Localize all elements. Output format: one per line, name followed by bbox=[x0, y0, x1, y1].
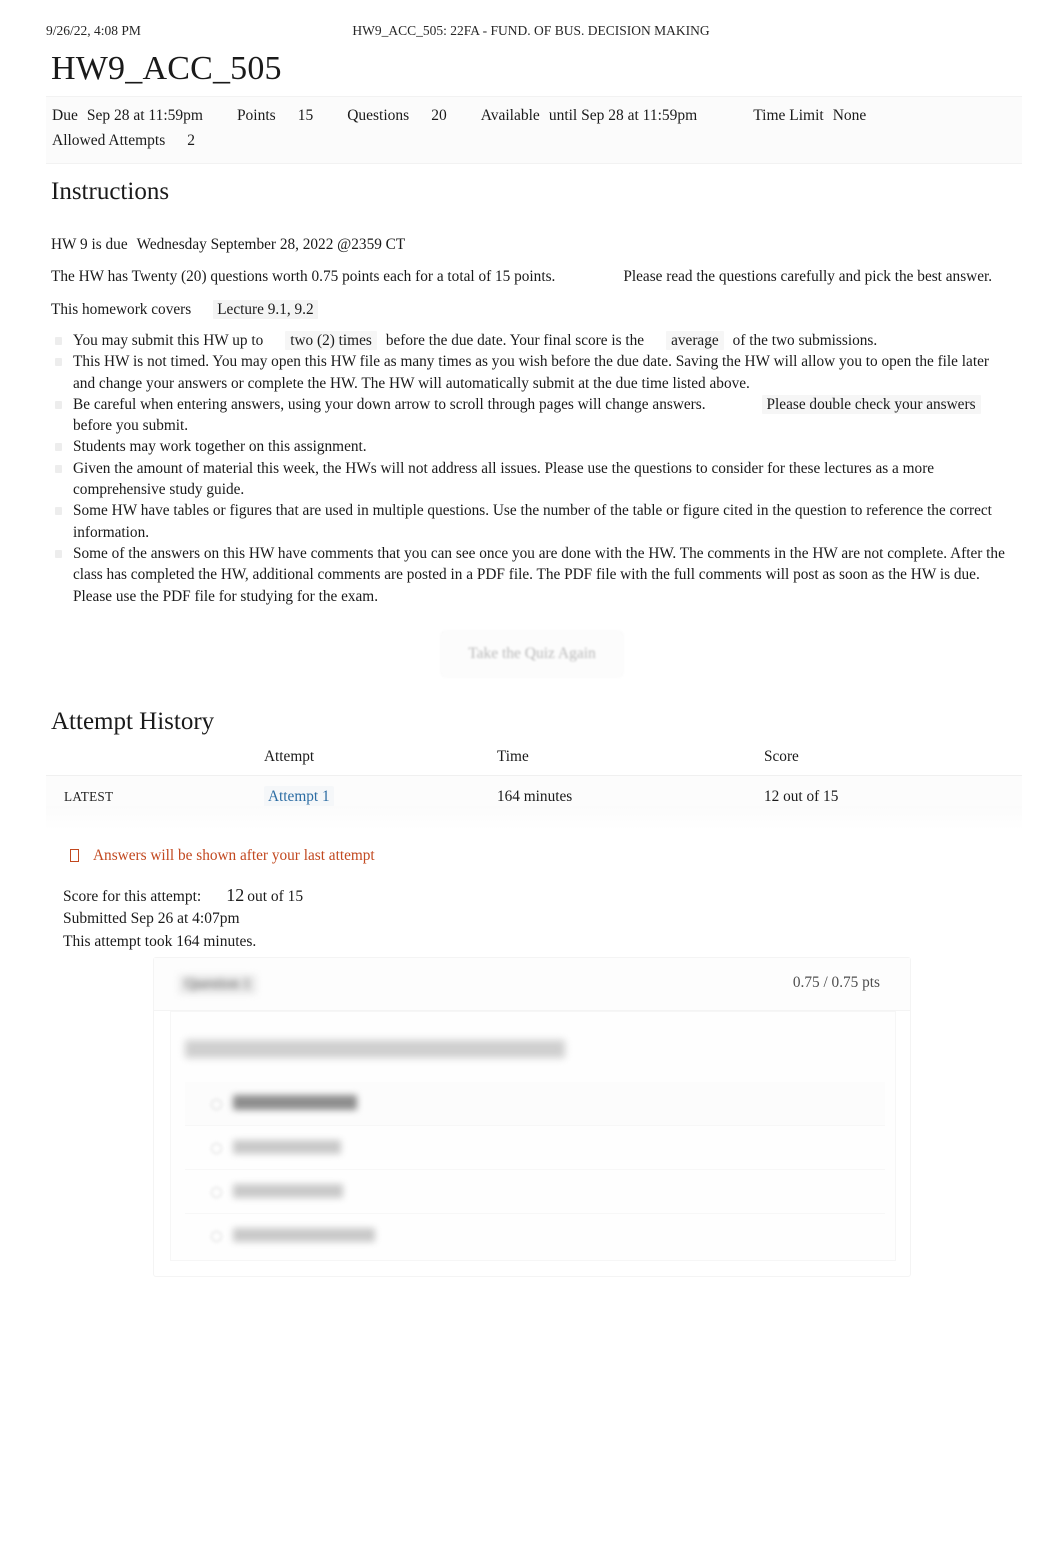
attempt-1-link[interactable]: Attempt 1 bbox=[264, 786, 334, 807]
points-value: 15 bbox=[297, 107, 314, 124]
attempt-score-line: Score for this attempt: 12 out of 15 bbox=[63, 884, 303, 908]
answer-option-3[interactable] bbox=[185, 1169, 885, 1213]
instructions-due-detail: Wednesday September 28, 2022 @2359 CT bbox=[136, 236, 406, 253]
attempt-history-bottom-fade bbox=[46, 806, 1022, 830]
available-value: until Sep 28 at 11:59pm bbox=[548, 107, 698, 124]
score-suffix: out of 15 bbox=[247, 888, 304, 905]
bullet-1-part-e: of the two submissions. bbox=[732, 332, 878, 349]
answers-notice: Answers will be shown after your last at… bbox=[70, 847, 375, 865]
question-card-body bbox=[170, 1011, 896, 1261]
quiz-meta-row-primary: Due Sep 28 at 11:59pm Points 15 Questions 20 A… bbox=[52, 106, 866, 126]
quiz-results-page: 9/26/22, 4:08 PM HW9_ACC_505: 22FA - FUN… bbox=[0, 0, 1062, 1561]
list-item: Some HW have tables or figures that are … bbox=[52, 500, 1012, 543]
questions-value: 20 bbox=[431, 107, 447, 124]
radio-icon[interactable] bbox=[211, 1143, 222, 1154]
instructions-covers-line: This homework covers Lecture 9.1, 9.2 bbox=[51, 299, 318, 320]
list-item: Students may work together on this assig… bbox=[52, 436, 1012, 457]
answer-option-1-text-redacted bbox=[233, 1095, 357, 1110]
question-card-header: Question 1 0.75 / 0.75 pts bbox=[154, 958, 910, 1011]
instructions-points-extra: Please read the questions carefully and … bbox=[623, 268, 993, 285]
question-prompt-redacted bbox=[185, 1040, 565, 1058]
radio-icon[interactable] bbox=[211, 1099, 222, 1110]
list-item: You may submit this HW up to two (2) time… bbox=[52, 330, 1012, 351]
allowed-attempts-value: 2 bbox=[187, 132, 195, 149]
instructions-due-line: HW 9 is due Wednesday September 28, 2022 … bbox=[51, 234, 405, 255]
time-limit-value: None bbox=[832, 107, 867, 124]
bullet-1-part-c: before the due date. Your final score is… bbox=[385, 332, 645, 349]
bullet-4-text: Students may work together on this assig… bbox=[73, 438, 367, 456]
column-header-score: Score bbox=[764, 745, 1022, 776]
instructions-bullet-list: You may submit this HW up to two (2) time… bbox=[52, 330, 1012, 607]
due-label: Due bbox=[52, 107, 78, 124]
print-document-title: HW9_ACC_505: 22FA - FUND. OF BUS. DECISI… bbox=[352, 23, 710, 38]
allowed-attempts-label: Allowed Attempts bbox=[52, 132, 166, 149]
bullet-6-text: Some HW have tables or figures that are … bbox=[73, 502, 992, 541]
list-item: Some of the answers on this HW have comm… bbox=[52, 543, 1012, 607]
bullet-7-text: Some of the answers on this HW have comm… bbox=[73, 544, 1005, 605]
attempt-duration-line: This attempt took 164 minutes. bbox=[63, 932, 257, 950]
answers-notice-text: Answers will be shown after your last at… bbox=[93, 847, 375, 864]
available-label: Available bbox=[480, 107, 540, 124]
radio-icon[interactable] bbox=[211, 1187, 222, 1198]
due-value: Sep 28 at 11:59pm bbox=[86, 107, 203, 124]
question-card: Question 1 0.75 / 0.75 pts bbox=[153, 957, 911, 1277]
radio-icon[interactable] bbox=[211, 1231, 222, 1242]
quiz-meta-bar: Due Sep 28 at 11:59pm Points 15 Questions 20 A… bbox=[46, 96, 1022, 164]
instructions-heading: Instructions bbox=[51, 178, 170, 205]
bullet-1-part-b: two (2) times bbox=[285, 331, 377, 350]
answer-option-2[interactable] bbox=[185, 1125, 885, 1169]
print-header: 9/26/22, 4:08 PM HW9_ACC_505: 22FA - FUN… bbox=[0, 23, 1062, 43]
bullet-1-part-a: You may submit this HW up to bbox=[73, 332, 264, 349]
take-quiz-again-button[interactable]: Take the Quiz Again bbox=[441, 631, 623, 677]
time-limit-label: Time Limit bbox=[753, 107, 824, 124]
instructions-covers-value: Lecture 9.1, 9.2 bbox=[213, 300, 318, 319]
bullet-1-part-d: average bbox=[666, 331, 724, 350]
question-points: 0.75 / 0.75 pts bbox=[792, 974, 880, 991]
attempt-summary: Score for this attempt: 12 out of 15 Submi… bbox=[63, 884, 303, 953]
question-answer-list bbox=[185, 1082, 885, 1257]
attempt-submitted-line: Submitted Sep 26 at 4:07pm bbox=[63, 910, 240, 928]
instructions-due-prefix: HW 9 is due bbox=[51, 236, 128, 253]
bullet-3-part-c: before you submit. bbox=[73, 417, 189, 435]
column-header-attempt: Attempt bbox=[264, 745, 497, 776]
attempt-history-heading: Attempt History bbox=[51, 708, 215, 735]
bullet-3-part-b: Please double check your answers bbox=[761, 394, 981, 414]
answer-option-4[interactable] bbox=[185, 1213, 885, 1257]
info-icon bbox=[70, 849, 79, 862]
list-item: Be careful when entering answers, using … bbox=[52, 394, 1012, 437]
attempt-history-head: Attempt Time Score bbox=[46, 745, 1022, 776]
bullet-3-part-a: Be careful when entering answers, using … bbox=[73, 395, 706, 413]
instructions-covers-prefix: This homework covers bbox=[51, 301, 192, 318]
list-item: This HW is not timed. You may open this … bbox=[52, 351, 1012, 394]
quiz-meta-row-attempts: Allowed Attempts 2 bbox=[52, 131, 195, 151]
table-header-row: Attempt Time Score bbox=[46, 745, 1022, 776]
answer-option-1[interactable] bbox=[185, 1082, 885, 1125]
take-quiz-again-wrapper: Take the Quiz Again bbox=[441, 631, 623, 677]
latest-badge: LATEST bbox=[64, 789, 114, 804]
page-title: HW9_ACC_505 bbox=[51, 50, 282, 87]
column-header-kept bbox=[46, 745, 264, 776]
instructions-points-line: The HW has Twenty (20) questions worth 0… bbox=[51, 266, 992, 287]
answer-option-2-text-redacted bbox=[233, 1140, 341, 1154]
answer-option-4-text-redacted bbox=[233, 1228, 375, 1242]
column-header-time: Time bbox=[497, 745, 764, 776]
questions-label: Questions bbox=[347, 107, 410, 124]
bullet-5-text: Given the amount of material this week, … bbox=[73, 459, 935, 499]
score-label: Score for this attempt: bbox=[63, 888, 202, 905]
score-value: 12 bbox=[226, 885, 245, 905]
question-title: Question 1 bbox=[179, 975, 257, 994]
answer-option-3-text-redacted bbox=[233, 1184, 343, 1198]
points-label: Points bbox=[236, 107, 276, 124]
instructions-points-text: The HW has Twenty (20) questions worth 0… bbox=[51, 268, 556, 285]
bullet-2-text: This HW is not timed. You may open this … bbox=[73, 353, 989, 392]
list-item: Given the amount of material this week, … bbox=[52, 458, 1012, 501]
